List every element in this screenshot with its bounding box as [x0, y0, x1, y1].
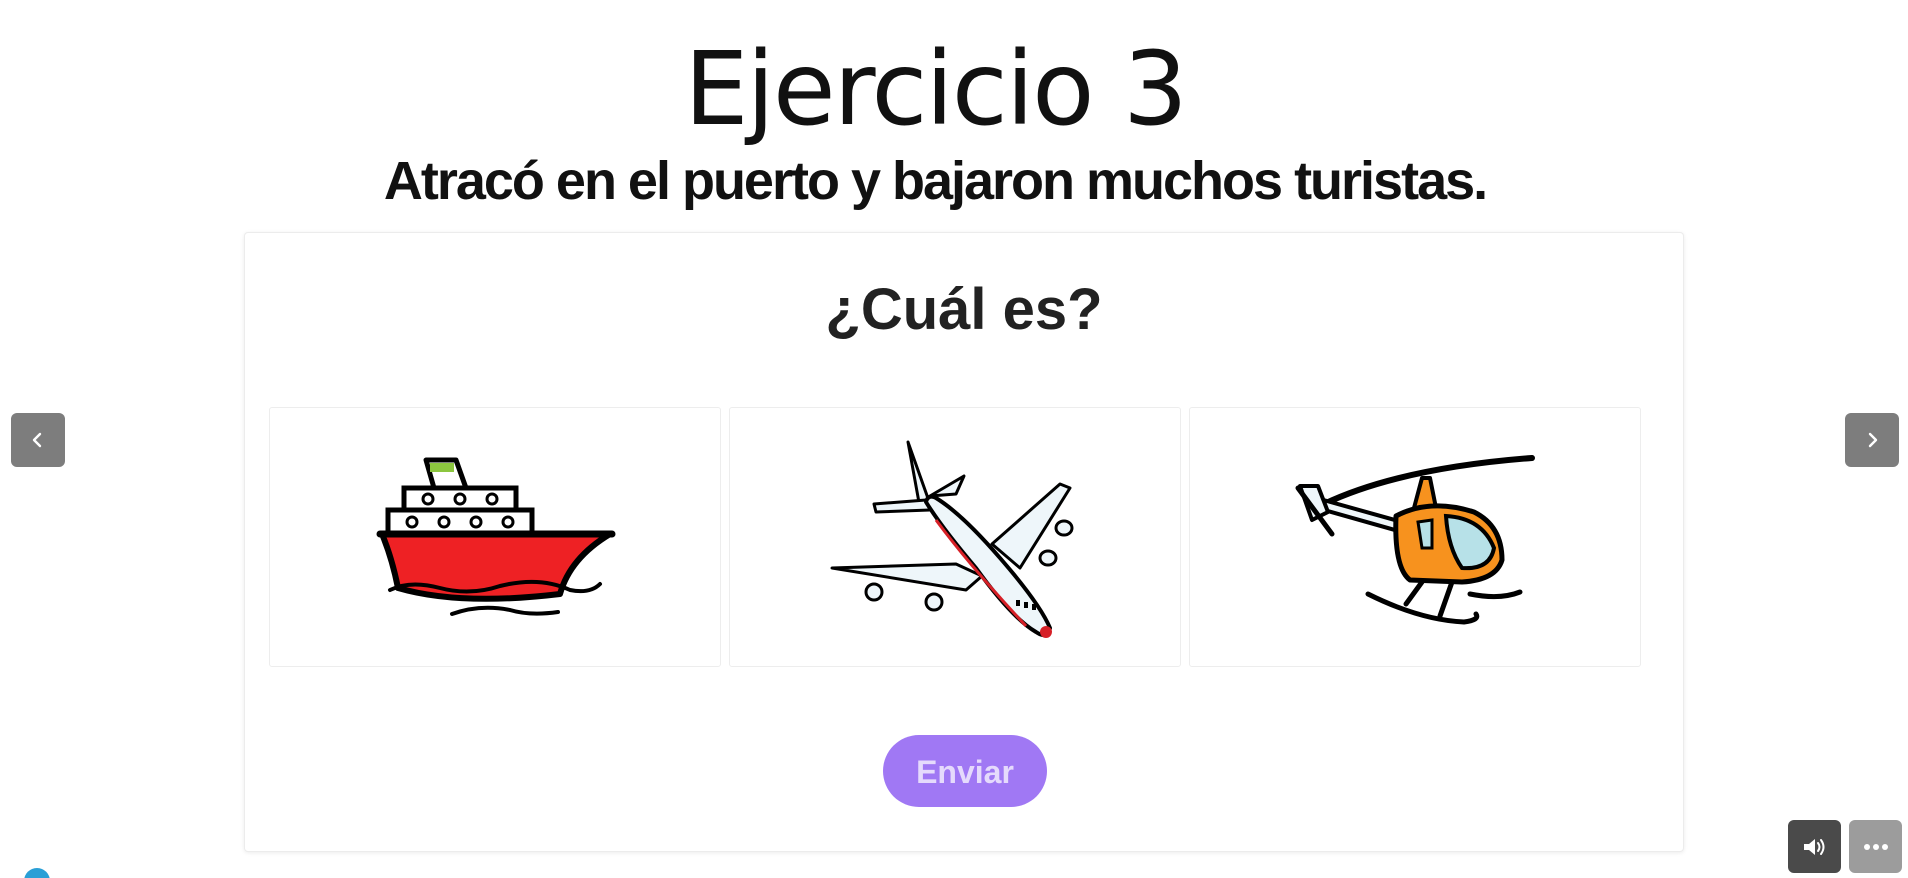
option-ship[interactable] [269, 407, 721, 667]
option-airplane[interactable] [729, 407, 1181, 667]
submit-button[interactable]: Enviar [883, 735, 1047, 807]
chevron-right-icon [1868, 432, 1878, 448]
airplane-icon [830, 440, 1074, 638]
helicopter-icon [1295, 455, 1535, 625]
chevron-left-icon [32, 432, 42, 448]
more-options-button[interactable] [1849, 820, 1902, 873]
corner-indicator [24, 868, 50, 878]
more-dots-icon [1863, 843, 1888, 850]
option-helicopter[interactable] [1189, 407, 1641, 667]
speaker-icon [1803, 838, 1824, 855]
exercise-sentence: Atracó en el puerto y bajaron muchos tur… [383, 151, 1488, 211]
sound-button[interactable] [1788, 820, 1841, 873]
ship-icon [376, 457, 616, 616]
next-button[interactable] [1845, 413, 1899, 467]
page-title: Ejercicio 3 [684, 30, 1188, 149]
exercise-page: Ejercicio 3 Atracó en el puerto y bajaro… [0, 0, 1908, 878]
previous-button[interactable] [11, 413, 65, 467]
question-card: ¿Cuál es? Enviar [244, 232, 1684, 852]
question-text: ¿Cuál es? [825, 277, 1103, 342]
